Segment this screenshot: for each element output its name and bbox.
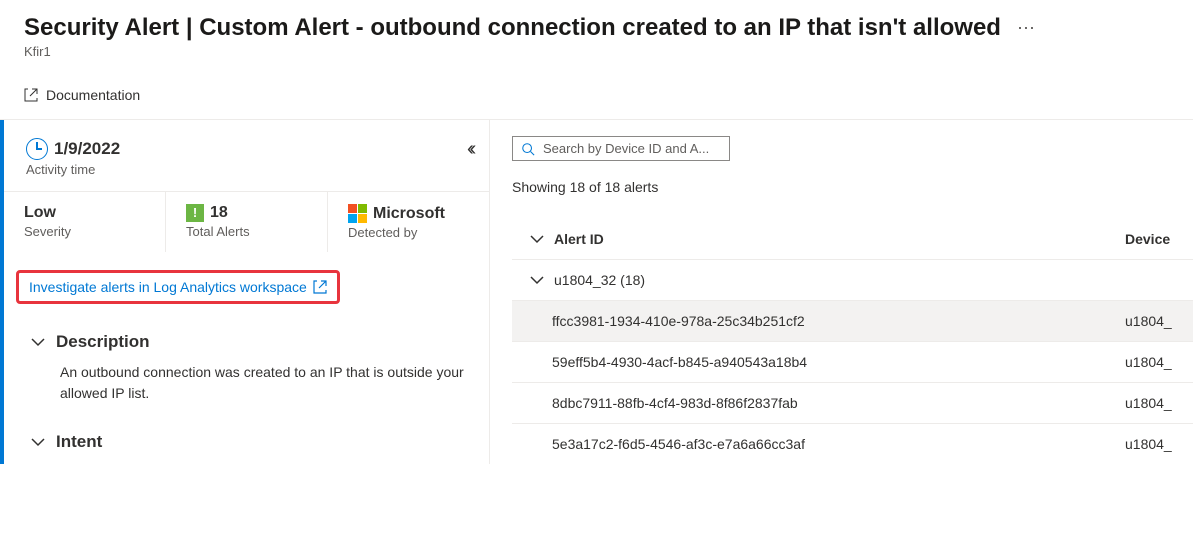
investigate-link-label: Investigate alerts in Log Analytics work… xyxy=(29,279,307,295)
documentation-label: Documentation xyxy=(46,87,140,103)
external-link-icon xyxy=(313,280,327,294)
intent-toggle[interactable]: Intent xyxy=(30,432,467,452)
table-row[interactable]: 59eff5b4-4930-4acf-b845-a940543a18b4 u18… xyxy=(512,342,1193,383)
detected-by-metric: Microsoft Detected by xyxy=(328,192,489,252)
group-label: u1804_32 (18) xyxy=(554,272,1125,288)
detected-by-label: Detected by xyxy=(348,225,469,240)
intent-title: Intent xyxy=(56,432,102,452)
chevron-down-icon xyxy=(30,434,46,450)
search-placeholder: Search by Device ID and A... xyxy=(543,141,709,156)
collapse-panel-icon[interactable]: ‹‹ xyxy=(467,138,472,161)
device-cell: u1804_ xyxy=(1125,395,1185,411)
description-section: Description An outbound connection was c… xyxy=(30,332,467,404)
detected-by-value: Microsoft xyxy=(373,205,445,223)
microsoft-logo-icon xyxy=(348,204,367,223)
results-count: Showing 18 of 18 alerts xyxy=(512,179,1193,195)
description-toggle[interactable]: Description xyxy=(30,332,467,352)
intent-section: Intent xyxy=(30,432,467,452)
alerts-table-header: Alert ID Device xyxy=(512,219,1193,260)
activity-time-label: Activity time xyxy=(26,162,467,177)
alert-group-row[interactable]: u1804_32 (18) xyxy=(512,260,1193,301)
chevron-down-icon xyxy=(30,334,46,350)
search-icon xyxy=(521,142,535,156)
external-link-icon xyxy=(24,88,38,102)
investigate-log-analytics-link[interactable]: Investigate alerts in Log Analytics work… xyxy=(16,270,340,304)
column-alert-id[interactable]: Alert ID xyxy=(554,231,1125,247)
description-body: An outbound connection was created to an… xyxy=(60,362,467,404)
alert-id-cell: 59eff5b4-4930-4acf-b845-a940543a18b4 xyxy=(546,354,1125,370)
documentation-link[interactable]: Documentation xyxy=(24,87,1193,103)
total-alerts-label: Total Alerts xyxy=(186,224,307,239)
page-title: Security Alert | Custom Alert - outbound… xyxy=(24,14,1001,42)
severity-value: Low xyxy=(24,204,145,222)
alert-id-cell: 8dbc7911-88fb-4cf4-983d-8f86f2837fab xyxy=(546,395,1125,411)
alert-badge-icon xyxy=(186,204,204,222)
resource-subtitle: Kfir1 xyxy=(24,44,1169,59)
total-alerts-metric: 18 Total Alerts xyxy=(166,192,328,252)
device-cell: u1804_ xyxy=(1125,436,1185,452)
activity-time-card: 1/9/2022 Activity time xyxy=(4,120,489,191)
severity-metric: Low Severity xyxy=(4,192,166,252)
severity-label: Severity xyxy=(24,224,145,239)
device-cell: u1804_ xyxy=(1125,313,1185,329)
description-title: Description xyxy=(56,332,150,352)
device-cell: u1804_ xyxy=(1125,354,1185,370)
more-actions-icon[interactable]: ⋯ xyxy=(1017,18,1035,39)
activity-time-value: 1/9/2022 xyxy=(54,139,120,159)
chevron-down-icon xyxy=(529,272,545,288)
table-row[interactable]: ffcc3981-1934-410e-978a-25c34b251cf2 u18… xyxy=(512,301,1193,342)
table-row[interactable]: 8dbc7911-88fb-4cf4-983d-8f86f2837fab u18… xyxy=(512,383,1193,424)
table-row[interactable]: 5e3a17c2-f6d5-4546-af3c-e7a6a66cc3af u18… xyxy=(512,424,1193,464)
alert-id-cell: ffcc3981-1934-410e-978a-25c34b251cf2 xyxy=(546,313,1125,329)
chevron-down-icon[interactable] xyxy=(529,231,545,247)
column-device[interactable]: Device xyxy=(1125,231,1185,247)
clock-icon xyxy=(26,138,48,160)
search-input[interactable]: Search by Device ID and A... xyxy=(512,136,730,161)
alert-id-cell: 5e3a17c2-f6d5-4546-af3c-e7a6a66cc3af xyxy=(546,436,1125,452)
total-alerts-value: 18 xyxy=(210,204,228,222)
